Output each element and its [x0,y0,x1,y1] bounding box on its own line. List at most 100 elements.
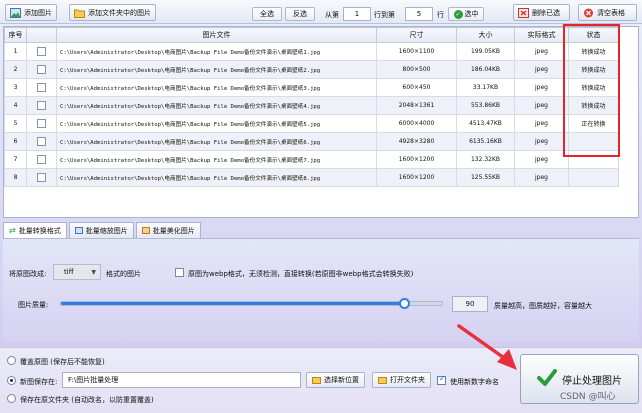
add-folder-label: 添加文件夹中的图片 [88,8,151,17]
row-index: 1 [4,42,27,61]
row-dimensions: 1600×1200 [376,168,457,187]
convert-panel [3,238,639,341]
use-new-name-checkbox[interactable] [437,374,446,385]
tab-batch-resize[interactable]: 批量缩放图片 [68,222,134,238]
row-index: 5 [4,114,27,133]
quality-slider-fill [61,302,404,305]
row-file-path: C:\Users\Administrator\Desktop\电商图片\Back… [56,78,377,97]
row-file-size: 125.55KB [456,168,515,187]
output-path-input[interactable]: F:\图片批量处理 [62,372,301,388]
row-checkbox[interactable] [37,83,46,92]
select-all-button[interactable]: 全选 [252,7,282,21]
row-checkbox[interactable] [37,47,46,56]
column-header-format[interactable]: 实际格式 [514,27,569,43]
file-table-grid: 序号 图片文件 尺寸 大小 实际格式 状态 1 C:\Users\Adminis… [4,27,619,187]
column-header-dimensions[interactable]: 尺寸 [376,27,457,43]
row-format: jpeg [514,60,569,79]
row-checkbox-cell[interactable] [26,96,57,115]
overwrite-radio[interactable] [7,356,16,365]
save-to-radio[interactable] [7,376,16,385]
row-checkbox-cell[interactable] [26,168,57,187]
quality-slider[interactable] [60,298,443,309]
row-index: 2 [4,60,27,79]
row-checkbox[interactable] [37,137,46,146]
select-range-button[interactable]: ✓ 选中 [448,7,484,21]
table-row[interactable]: 3 C:\Users\Administrator\Desktop\电商图片\Ba… [4,78,619,97]
row-checkbox-cell[interactable] [26,132,57,151]
table-row[interactable]: 8 C:\Users\Administrator\Desktop\电商图片\Ba… [4,168,619,187]
quality-slider-thumb[interactable] [398,298,410,309]
save-original-radio[interactable] [7,394,16,403]
tab-batch-beautify[interactable]: 批量美化图片 [135,222,201,238]
row-checkbox[interactable] [37,155,46,164]
row-format: jpeg [514,168,569,187]
row-file-path: C:\Users\Administrator\Desktop\电商图片\Back… [56,168,377,187]
table-header: 序号 图片文件 尺寸 大小 实际格式 状态 [4,27,619,43]
table-row[interactable]: 2 C:\Users\Administrator\Desktop\电商图片\Ba… [4,60,619,79]
row-format: jpeg [514,132,569,151]
row-file-size: 132.32KB [456,150,515,169]
open-folder-button[interactable]: 打开文件夹 [372,372,431,388]
check-circle-icon: ✓ [453,9,463,19]
row-file-path: C:\Users\Administrator\Desktop\电商图片\Back… [56,114,377,133]
column-header-index[interactable]: 序号 [4,27,27,43]
row-index: 6 [4,132,27,151]
add-folder-button[interactable]: 添加文件夹中的图片 [69,4,156,21]
quality-input[interactable]: 90 [452,296,488,312]
delete-icon [518,7,529,18]
save-original-label: 保存在原文件夹 (自动改名，以防重置覆盖) [20,396,154,404]
row-index: 8 [4,168,27,187]
tab-batch-convert[interactable]: ⇄ 批量转换格式 [3,222,67,238]
invert-selection-button[interactable]: 反选 [285,7,315,21]
table-row[interactable]: 7 C:\Users\Administrator\Desktop\电商图片\Ba… [4,150,619,169]
row-file-path: C:\Users\Administrator\Desktop\电商图片\Back… [56,42,377,61]
delete-selected-button[interactable]: 删除已选 [513,4,570,21]
row-checkbox-cell[interactable] [26,114,57,133]
row-checkbox[interactable] [37,101,46,110]
format-select[interactable]: tiff ▼ [53,264,101,280]
row-checkbox-cell[interactable] [26,78,57,97]
row-checkbox[interactable] [37,173,46,182]
row-checkbox-cell[interactable] [26,42,57,61]
column-header-size[interactable]: 大小 [456,27,515,43]
clear-table-button[interactable]: 清空表格 [578,4,637,21]
choose-location-button[interactable]: 选择新位置 [306,372,365,388]
row-dimensions: 4928×3280 [376,132,457,151]
row-dimensions: 800×500 [376,60,457,79]
row-dimensions: 1600×1200 [376,150,457,169]
row-checkbox[interactable] [37,65,46,74]
webp-checkbox[interactable] [175,268,184,277]
table-row[interactable]: 6 C:\Users\Administrator\Desktop\电商图片\Ba… [4,132,619,151]
beautify-icon [141,227,150,234]
convert-icon: ⇄ [9,226,16,235]
to-row-label: 行到第 [374,11,395,19]
column-header-file[interactable]: 图片文件 [56,27,377,43]
file-table: 序号 图片文件 尺寸 大小 实际格式 状态 1 C:\Users\Adminis… [3,26,639,218]
row-checkbox-cell[interactable] [26,60,57,79]
save-to-label: 新图保存在: [20,378,58,386]
row-format: jpeg [514,114,569,133]
row-file-size: 553.86KB [456,96,515,115]
column-header-checkbox[interactable] [26,27,57,43]
webp-option-label: 原图为webp格式，无须检测，直接转换(若原图非webp格式会转换失败) [188,270,414,278]
status-highlight-box [563,24,620,157]
format-suffix-label: 格式的图片 [106,270,141,278]
row-file-size: 33.17KB [456,78,515,97]
toolbar: 添加图片 添加文件夹中的图片 全选 反选 从第 1 行到第 5 行 ✓ 选中 删… [0,0,642,24]
overwrite-label: 覆盖原图 (保存后不能恢复) [20,358,105,366]
row-format: jpeg [514,78,569,97]
table-row[interactable]: 5 C:\Users\Administrator\Desktop\电商图片\Ba… [4,114,619,133]
folder-image-icon [74,8,85,18]
row-file-path: C:\Users\Administrator\Desktop\电商图片\Back… [56,96,377,115]
row-status [568,168,619,187]
row-suffix-label: 行 [437,11,444,19]
table-row[interactable]: 4 C:\Users\Administrator\Desktop\电商图片\Ba… [4,96,619,115]
from-row-input[interactable]: 1 [343,7,371,21]
to-row-input[interactable]: 5 [405,7,433,21]
row-checkbox-cell[interactable] [26,150,57,169]
row-checkbox[interactable] [37,119,46,128]
add-image-button[interactable]: 添加图片 [5,4,57,21]
row-dimensions: 600×450 [376,78,457,97]
table-row[interactable]: 1 C:\Users\Administrator\Desktop\电商图片\Ba… [4,42,619,61]
from-row-label: 从第 [325,11,339,19]
